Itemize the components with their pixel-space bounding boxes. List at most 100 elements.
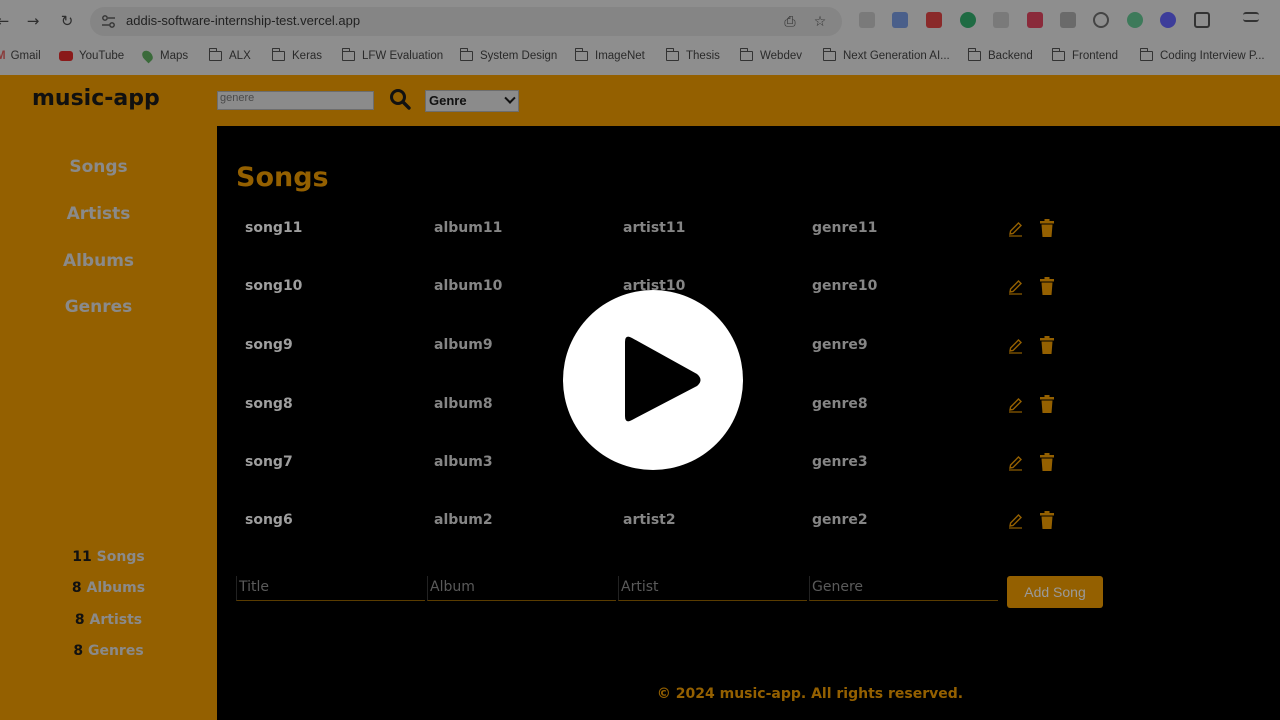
trash-icon[interactable] (1040, 336, 1054, 354)
stat-artists: 8 Artists (74, 612, 143, 628)
bookmark-folder[interactable]: Frontend (1051, 47, 1118, 65)
bookmark-folder[interactable]: Next Generation AI... (822, 47, 950, 65)
song-row: song11 album11 artist11 genre11 (217, 214, 1280, 244)
youtube-icon (59, 51, 73, 61)
url-text: addis-software-internship-test.vercel.ap… (126, 13, 361, 28)
grammarly-icon[interactable] (960, 12, 976, 28)
title-input[interactable]: Title (236, 576, 425, 601)
play-button[interactable] (563, 290, 743, 470)
bookmark-maps[interactable]: Maps (140, 47, 188, 65)
song-title: song9 (245, 337, 293, 353)
check-icon[interactable] (1093, 12, 1109, 28)
folder-icon (459, 48, 473, 61)
song-title: song10 (245, 278, 303, 294)
bookmark-folder[interactable]: Coding Interview P... (1139, 47, 1265, 65)
edit-icon[interactable] (1007, 454, 1024, 471)
extension-icon[interactable] (1127, 12, 1143, 28)
app-logo[interactable]: music-app (32, 86, 160, 111)
bookmark-folder[interactable]: ALX (208, 47, 251, 65)
address-row: ← → ↻ addis-software-internship-test.ver… (0, 0, 1280, 42)
edit-icon[interactable] (1007, 396, 1024, 413)
site-settings-icon[interactable] (101, 14, 116, 29)
trash-icon[interactable] (1040, 219, 1054, 237)
extension-icon[interactable] (1160, 12, 1176, 28)
song-genre: genre9 (812, 337, 868, 353)
song-album: album9 (434, 337, 493, 353)
folder-icon (1139, 48, 1153, 61)
genre-input[interactable]: Genere (809, 576, 998, 601)
extension-icon[interactable] (1060, 12, 1076, 28)
bookmark-folder[interactable]: Backend (967, 47, 1033, 65)
address-bar[interactable]: addis-software-internship-test.vercel.ap… (90, 7, 842, 36)
bookmarks-bar: M Gmail YouTube Maps ALX Keras LFW Evalua… (0, 42, 1280, 70)
song-genre: genre11 (812, 220, 878, 236)
artist-input[interactable]: Artist (618, 576, 807, 601)
bookmark-folder[interactable]: Webdev (739, 47, 802, 65)
filter-selected-value: Genre (429, 93, 467, 108)
sidebar-item-artists[interactable]: Artists (0, 204, 197, 224)
extension-icon[interactable] (1027, 12, 1043, 28)
edit-icon[interactable] (1007, 220, 1024, 237)
folder-icon (967, 48, 981, 61)
bookmark-folder[interactable]: LFW Evaluation (341, 47, 443, 65)
search-input[interactable]: genere (217, 91, 374, 110)
bookmark-folder[interactable]: Keras (271, 47, 322, 65)
sidebar-item-albums[interactable]: Albums (0, 251, 197, 271)
bookmark-gmail[interactable]: M Gmail (0, 47, 41, 65)
song-genre: genre10 (812, 278, 878, 294)
add-song-button[interactable]: Add Song (1007, 576, 1103, 608)
trash-icon[interactable] (1040, 395, 1054, 413)
song-genre: genre2 (812, 512, 868, 528)
browser-chrome: ← → ↻ addis-software-internship-test.ver… (0, 0, 1280, 75)
stat-genres: 8 Genres (73, 643, 144, 659)
bookmark-folder[interactable]: System Design (459, 47, 557, 65)
song-title: song11 (245, 220, 303, 236)
folder-icon (208, 48, 222, 61)
song-title: song7 (245, 454, 293, 470)
footer-copyright: © 2024 music-app. All rights reserved. (656, 686, 964, 702)
folder-icon (1051, 48, 1065, 61)
edit-icon[interactable] (1007, 512, 1024, 529)
trash-icon[interactable] (1040, 453, 1054, 471)
song-genre: genre3 (812, 454, 868, 470)
stat-songs: 11 Songs (72, 549, 145, 565)
filter-select[interactable]: Genre (425, 90, 519, 112)
bookmark-folder[interactable]: ImageNet (574, 47, 645, 65)
song-album: album2 (434, 512, 493, 528)
extension-icon[interactable] (859, 12, 875, 28)
main-content: Songs song11 album11 artist11 genre11 so… (217, 126, 1280, 720)
extension-icon[interactable] (993, 12, 1009, 28)
install-icon[interactable]: ⎙ (782, 14, 798, 30)
bookmark-folder[interactable]: Thesis (665, 47, 720, 65)
song-album: album10 (434, 278, 503, 294)
song-album: album8 (434, 396, 493, 412)
translate-icon[interactable] (892, 12, 908, 28)
back-icon[interactable]: ← (0, 10, 14, 32)
gmail-icon: M (0, 50, 6, 62)
folder-icon (822, 48, 836, 61)
reload-icon[interactable]: ↻ (56, 10, 78, 32)
edit-icon[interactable] (1007, 278, 1024, 295)
sidebar: Songs Artists Albums Genres 11 Songs 8 A… (0, 126, 217, 720)
extension-icon[interactable] (926, 12, 942, 28)
forward-icon[interactable]: → (22, 10, 44, 32)
bookmark-star-icon[interactable]: ☆ (812, 14, 828, 30)
trash-icon[interactable] (1040, 511, 1054, 529)
page-title: Songs (236, 162, 329, 193)
folder-icon (271, 48, 285, 61)
song-artist: artist11 (623, 220, 686, 236)
sidebar-item-genres[interactable]: Genres (0, 297, 197, 317)
media-control-icon[interactable] (1243, 12, 1259, 22)
trash-icon[interactable] (1040, 277, 1054, 295)
search-icon[interactable] (388, 87, 412, 111)
sidebar-item-songs[interactable]: Songs (0, 157, 197, 177)
puzzle-icon[interactable] (1194, 12, 1210, 28)
song-artist: artist2 (623, 512, 676, 528)
song-row: song8 album8 artist8 genre8 (217, 390, 1280, 420)
edit-icon[interactable] (1007, 337, 1024, 354)
bookmark-youtube[interactable]: YouTube (59, 47, 124, 65)
app-header: music-app genere Genre (0, 75, 1280, 126)
song-album: album11 (434, 220, 503, 236)
song-row: song9 album9 artist9 genre9 (217, 331, 1280, 361)
album-input[interactable]: Album (427, 576, 616, 601)
